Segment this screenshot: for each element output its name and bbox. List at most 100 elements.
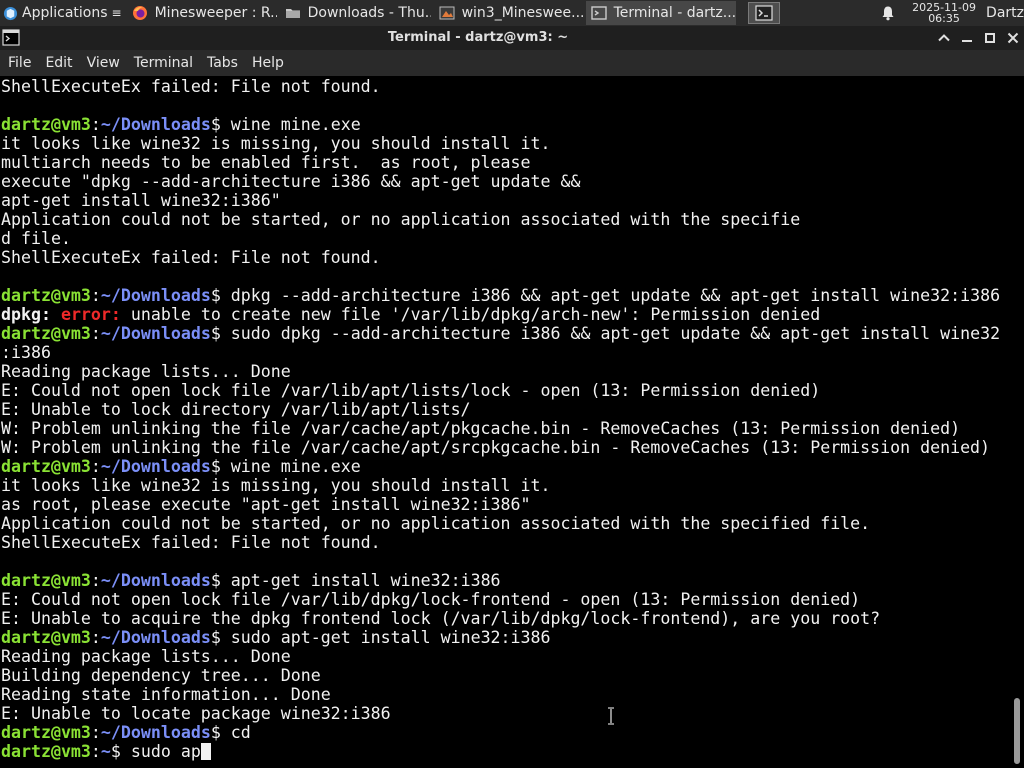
menu-terminal[interactable]: Terminal (127, 55, 200, 71)
top-panel: Applications ≡ Minesweeper : R... Downlo… (0, 0, 1024, 26)
terminal-text-segment: d file. (1, 229, 71, 248)
terminal-output-line: E: Unable to acquire the dpkg frontend l… (1, 609, 1000, 628)
window-titlebar[interactable]: Terminal - dartz@vm3: ~ (0, 26, 1024, 50)
terminal-text-segment: it looks like wine32 is missing, you sho… (1, 134, 551, 153)
prompt-path: ~/Downloads (100, 286, 211, 305)
terminal-text-segment: it looks like wine32 is missing, you sho… (1, 476, 551, 495)
terminal-icon (590, 6, 607, 20)
terminal-text-segment: unable to create new file '/var/lib/dpkg… (120, 305, 821, 324)
terminal-text-segment: ShellExecuteEx failed: File not found. (1, 248, 381, 267)
terminal-text-segment: $ dpkg --add-architecture i386 && apt-ge… (210, 286, 1001, 305)
prompt-user-host: dartz@vm3 (1, 286, 91, 305)
terminal-output-line: Building dependency tree... Done (1, 666, 1000, 685)
terminal-text-segment: as root, please execute "apt-get install… (1, 495, 531, 514)
terminal-text-segment: : (90, 115, 101, 134)
terminal-text-segment: :i386 (1, 343, 51, 362)
menu-file[interactable]: File (0, 55, 38, 71)
error-label: error: (60, 305, 121, 324)
user-menu[interactable]: Dartz (986, 5, 1024, 21)
close-window-icon[interactable] (1005, 30, 1021, 46)
terminal-output-line: ShellExecuteEx failed: File not found. (1, 248, 1000, 267)
terminal-output-line: it looks like wine32 is missing, you sho… (1, 134, 1000, 153)
window-title: Terminal - dartz@vm3: ~ (387, 30, 569, 45)
menu-edit[interactable]: Edit (38, 55, 79, 71)
terminal-text-segment: E: Could not open lock file /var/lib/apt… (1, 381, 821, 400)
taskbar-item-label: win3_Minesweе.... (461, 5, 583, 21)
terminal-output-line: it looks like wine32 is missing, you sho… (1, 476, 1000, 495)
prompt-path: ~/Downloads (100, 115, 211, 134)
menu-view[interactable]: View (80, 55, 127, 71)
menu-help[interactable]: Help (245, 55, 291, 71)
text-cursor-ibeam-icon (608, 707, 614, 725)
terminal-output-line: Application could not be started, or no … (1, 210, 1000, 229)
terminal-output-line: E: Could not open lock file /var/lib/dpk… (1, 590, 1000, 609)
terminal-text-segment: E: Unable to locate package wine32:i386 (1, 704, 391, 723)
prompt-path: ~ (100, 742, 111, 761)
prompt-user-host: dartz@vm3 (1, 115, 91, 134)
taskbar-item-image-viewer[interactable]: win3_Minesweе.... (434, 1, 583, 25)
minimize-window-icon[interactable] (959, 30, 975, 46)
terminal-scrollbar[interactable] (1008, 76, 1024, 768)
taskbar-item-label: Minesweeper : R... (154, 5, 277, 21)
terminal-output-line: multiarch needs to be enabled first. as … (1, 153, 1000, 172)
prompt-user-host: dartz@vm3 (1, 457, 91, 476)
menu-tabs[interactable]: Tabs (200, 55, 245, 71)
applications-menu-icon: ≡ (111, 6, 122, 20)
terminal-output-line: Reading state information... Done (1, 685, 1000, 704)
terminal-text: ShellExecuteEx failed: File not found. da… (1, 77, 1000, 761)
terminal-text-segment: W: Problem unlinking the file /var/cache… (1, 438, 991, 457)
applications-label: Applications (22, 5, 108, 21)
shade-window-icon[interactable] (936, 30, 952, 46)
terminal-output-line: ShellExecuteEx failed: File not found. (1, 533, 1000, 552)
firefox-icon (132, 6, 147, 20)
prompt-path: ~/Downloads (100, 628, 211, 647)
terminal-prompt-line: dartz@vm3:~/Downloads$ cd (1, 723, 1000, 742)
terminal-text-segment: $ wine mine.exe (210, 457, 361, 476)
terminal-text-segment: E: Unable to acquire the dpkg frontend l… (1, 609, 881, 628)
taskbar-item-label: Terminal - dartz... (613, 5, 736, 21)
terminal-text-segment: ShellExecuteEx failed: File not found. (1, 533, 381, 552)
terminal-text-segment: Reading state information... Done (1, 685, 331, 704)
terminal-prompt-line: dartz@vm3:~/Downloads$ dpkg --add-archit… (1, 286, 1000, 305)
folder-icon (285, 9, 300, 18)
terminal-output-line: d file. (1, 229, 1000, 248)
prompt-path: ~/Downloads (100, 723, 211, 742)
taskbar-item-terminal[interactable]: Terminal - dartz... (585, 1, 736, 25)
notifications-bell-icon[interactable] (880, 5, 896, 21)
terminal-prompt-line: dartz@vm3:~/Downloads$ sudo dpkg --add-a… (1, 324, 1000, 343)
maximize-window-icon[interactable] (982, 30, 998, 46)
terminal-text-segment: Building dependency tree... Done (1, 666, 321, 685)
applications-menu-button[interactable]: Applications ≡ (0, 0, 124, 26)
taskbar-item-label: Downloads - Thu... (307, 5, 431, 21)
terminal-prompt-line: dartz@vm3:~/Downloads$ wine mine.exe (1, 115, 1000, 134)
terminal-text-segment: : (90, 286, 101, 305)
terminal-prompt-line: dartz@vm3:~/Downloads$ wine mine.exe (1, 457, 1000, 476)
prompt-user-host: dartz@vm3 (1, 324, 91, 343)
terminal-output-line: W: Problem unlinking the file /var/cache… (1, 438, 1000, 457)
clock-time: 06:35 (928, 12, 960, 25)
prompt-user-host: dartz@vm3 (1, 723, 91, 742)
terminal-prompt-line: dartz@vm3:~$ sudo ap (1, 742, 1000, 761)
terminal-prompt-line: dartz@vm3:~/Downloads$ sudo apt-get inst… (1, 628, 1000, 647)
terminal-text-segment: Application could not be started, or no … (1, 210, 801, 229)
scrollbar-thumb[interactable] (1014, 698, 1020, 764)
terminal-text-segment: $ sudo ap (110, 742, 201, 761)
terminal-text-segment: multiarch needs to be enabled first. as … (1, 153, 531, 172)
terminal-text-segment: ShellExecuteEx failed: File not found. (1, 77, 381, 96)
terminal-text-segment: : (90, 571, 101, 590)
terminal-text-segment: : (90, 742, 101, 761)
panel-clock[interactable]: 2025-11-09 06:35 (910, 2, 978, 24)
terminal-text-segment: : (90, 723, 101, 742)
taskbar-item-file-manager[interactable]: Downloads - Thu... (280, 1, 431, 25)
taskbar-item-firefox[interactable]: Minesweeper : R... (127, 1, 277, 25)
terminal-output-area[interactable]: ShellExecuteEx failed: File not found. da… (0, 76, 1024, 768)
terminal-text-segment: Reading package lists... Done (1, 647, 291, 666)
terminal-text-segment: $ wine mine.exe (210, 115, 361, 134)
terminal-text-segment: Reading package lists... Done (1, 362, 291, 381)
terminal-text-segment: execute "dpkg --add-architecture i386 &&… (1, 172, 581, 191)
terminal-launcher-button[interactable] (747, 2, 780, 24)
